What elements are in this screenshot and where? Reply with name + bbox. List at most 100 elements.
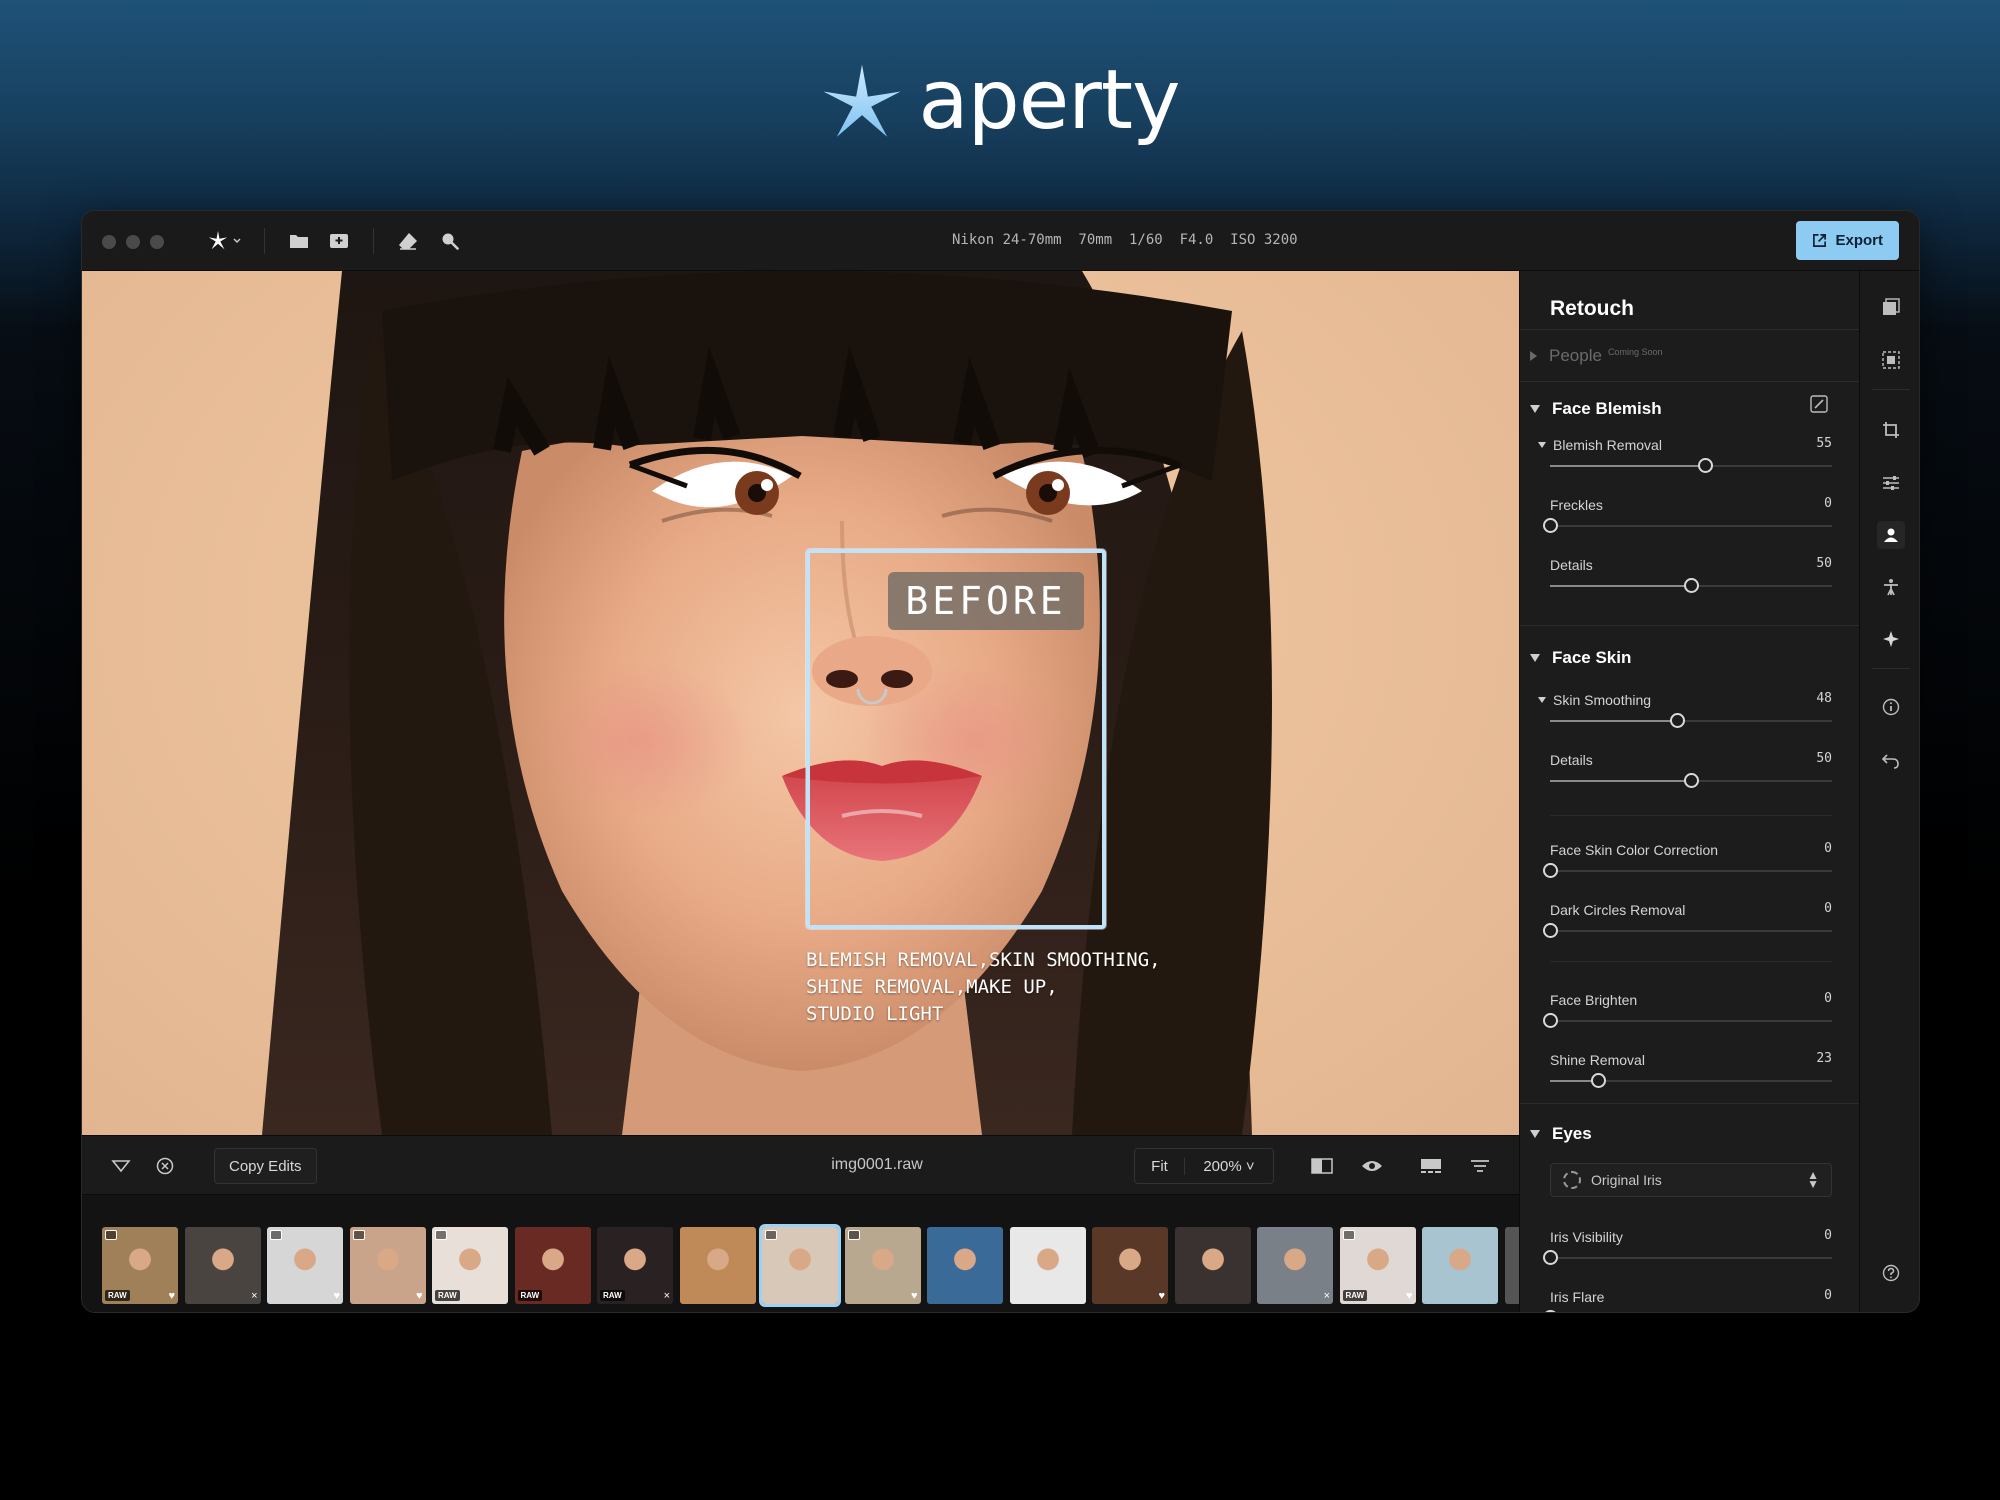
toolbar-separator xyxy=(373,228,374,254)
expand-triangle-icon[interactable] xyxy=(1538,697,1546,703)
rejected-x-icon[interactable]: × xyxy=(251,1290,257,1302)
section-face-blemish[interactable]: Face Blemish xyxy=(1530,399,1662,419)
undo-icon[interactable] xyxy=(1877,747,1905,775)
clear-filter-icon[interactable] xyxy=(151,1152,179,1180)
aperty-menu-icon[interactable] xyxy=(202,225,246,257)
section-face-skin[interactable]: Face Skin xyxy=(1530,648,1631,668)
slider-track[interactable] xyxy=(1550,525,1832,527)
face-skin-title: Face Skin xyxy=(1552,648,1632,667)
preview-eye-icon[interactable] xyxy=(1358,1152,1386,1180)
crop-icon[interactable] xyxy=(1877,416,1905,444)
filmstrip-thumbnail[interactable]: RAW xyxy=(432,1227,508,1304)
photo-canvas[interactable]: BEFORE BLEMISH REMOVAL,SKIN SMOOTHING, S… xyxy=(82,271,1519,1135)
filmstrip-thumbnail[interactable]: ♥ xyxy=(1092,1227,1168,1304)
slider-knob[interactable] xyxy=(1543,1013,1558,1028)
retouch-person-icon[interactable] xyxy=(1877,521,1905,549)
export-button[interactable]: Export xyxy=(1796,221,1899,260)
favorite-heart-icon[interactable]: ♥ xyxy=(1406,1290,1413,1302)
info-icon[interactable] xyxy=(1877,693,1905,721)
filmstrip-thumbnail[interactable] xyxy=(1504,1227,1519,1304)
filmstrip-thumbnail[interactable]: × xyxy=(1257,1227,1333,1304)
ai-sparkle-icon[interactable] xyxy=(1877,625,1905,653)
app-window: Nikon 24-70mm 70mm 1/60 F4.0 ISO 3200 Ex… xyxy=(81,210,1920,1313)
filmstrip-thumbnail[interactable]: ♥ xyxy=(349,1227,426,1304)
rejected-x-icon[interactable]: × xyxy=(1324,1290,1330,1302)
slider-knob[interactable] xyxy=(1684,773,1699,788)
edited-badge-icon xyxy=(1342,1230,1355,1240)
slider-knob[interactable] xyxy=(1543,1310,1558,1312)
expand-triangle-icon[interactable] xyxy=(1538,442,1546,448)
slider-track[interactable] xyxy=(1550,1257,1832,1259)
slider-fill xyxy=(1550,585,1691,587)
panel-divider xyxy=(1520,625,1859,626)
minimize-window-button[interactable] xyxy=(126,235,140,249)
slider-knob[interactable] xyxy=(1590,1073,1606,1088)
filter-icon[interactable] xyxy=(107,1152,135,1180)
before-label: BEFORE xyxy=(888,572,1084,630)
import-icon[interactable] xyxy=(323,225,355,257)
slider-knob[interactable] xyxy=(1669,713,1685,728)
filmstrip-thumbnail[interactable]: RAW ♥ xyxy=(102,1227,178,1304)
folder-icon[interactable] xyxy=(283,225,315,257)
section-eyes[interactable]: Eyes xyxy=(1530,1124,1592,1144)
favorite-heart-icon[interactable]: ♥ xyxy=(168,1290,175,1302)
favorite-heart-icon[interactable]: ♥ xyxy=(1158,1290,1165,1302)
favorite-heart-icon[interactable]: ♥ xyxy=(333,1290,340,1302)
slider-label-text: Iris Flare xyxy=(1550,1289,1605,1305)
expanded-triangle-icon xyxy=(1530,654,1540,662)
slider-value: 0 xyxy=(1824,901,1832,916)
layers-icon[interactable] xyxy=(1877,293,1905,321)
favorite-heart-icon[interactable]: ♥ xyxy=(911,1290,918,1302)
eraser-icon[interactable] xyxy=(392,225,424,257)
filmstrip-thumbnail[interactable] xyxy=(1174,1227,1251,1304)
slider-label-text: Face Skin Color Correction xyxy=(1550,842,1719,858)
slider-knob[interactable] xyxy=(1684,578,1699,593)
panel-divider xyxy=(1520,381,1859,382)
filmstrip-thumbnail[interactable]: ♥ xyxy=(844,1227,921,1304)
filmstrip-thumbnail[interactable]: RAW × xyxy=(597,1227,673,1304)
filmstrip-thumbnail[interactable]: ♥ xyxy=(267,1227,343,1304)
body-icon[interactable] xyxy=(1877,573,1905,601)
close-window-button[interactable] xyxy=(102,235,116,249)
slider-knob[interactable] xyxy=(1698,458,1714,473)
filmstrip-thumbnail[interactable]: × xyxy=(184,1227,261,1304)
rejected-x-icon[interactable]: × xyxy=(664,1290,670,1302)
slider-label: Dark Circles Removal xyxy=(1550,902,1685,918)
eyes-title: Eyes xyxy=(1552,1124,1592,1143)
filmstrip-thumbnail[interactable] xyxy=(1009,1227,1086,1304)
slider-knob[interactable] xyxy=(1543,923,1558,938)
sort-icon[interactable] xyxy=(1466,1152,1494,1180)
filmstrip-toggle-icon[interactable] xyxy=(1417,1152,1445,1180)
slider-knob[interactable] xyxy=(1543,518,1558,533)
fit-button[interactable]: Fit xyxy=(1135,1157,1185,1175)
slider-value: 0 xyxy=(1824,841,1832,856)
zoom-window-button[interactable] xyxy=(150,235,164,249)
edited-badge-icon xyxy=(435,1230,447,1240)
filmstrip-thumbnail[interactable] xyxy=(927,1227,1003,1304)
adjustments-icon[interactable] xyxy=(1877,469,1905,497)
edited-badge-icon xyxy=(352,1230,365,1240)
brush-edit-icon[interactable] xyxy=(1810,395,1828,413)
favorite-heart-icon[interactable]: ♥ xyxy=(416,1290,423,1302)
slider-track[interactable] xyxy=(1550,930,1832,932)
panel-divider xyxy=(1520,1103,1859,1104)
iris-style-select[interactable]: Original Iris ▲ ▼ xyxy=(1550,1163,1832,1197)
slider-track[interactable] xyxy=(1550,1020,1832,1022)
section-people[interactable]: People Coming Soon xyxy=(1530,346,1662,366)
slider-knob[interactable] xyxy=(1543,863,1558,878)
filmstrip-thumbnail[interactable] xyxy=(1422,1227,1498,1304)
search-icon[interactable] xyxy=(434,225,466,257)
filmstrip-thumbnail[interactable] xyxy=(759,1224,841,1307)
help-icon[interactable] xyxy=(1877,1259,1905,1287)
slider-knob[interactable] xyxy=(1543,1250,1558,1265)
slider-track[interactable] xyxy=(1550,870,1832,872)
selection-icon[interactable] xyxy=(1877,346,1905,374)
filmstrip-thumbnail[interactable]: RAW xyxy=(514,1227,591,1304)
slider-label-text: Skin Smoothing xyxy=(1553,692,1652,708)
filmstrip-thumbnail[interactable]: RAW ♥ xyxy=(1339,1227,1416,1304)
raw-tag: RAW xyxy=(105,1290,130,1301)
compare-split-icon[interactable] xyxy=(1308,1152,1336,1180)
copy-edits-button[interactable]: Copy Edits xyxy=(214,1148,317,1184)
zoom-dropdown[interactable]: 200% ˅ xyxy=(1185,1158,1273,1175)
filmstrip-thumbnail[interactable] xyxy=(679,1227,756,1304)
